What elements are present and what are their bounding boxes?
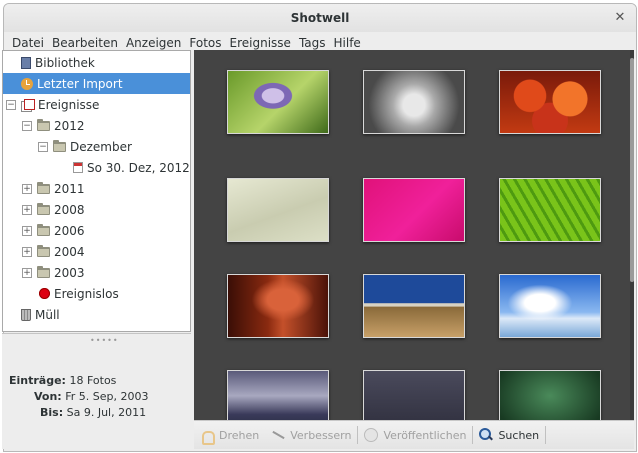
expand-icon[interactable]: + xyxy=(22,267,32,278)
sidebar-tree: Bibliothek Letzter Import − Ereignisse −… xyxy=(2,50,191,332)
sidebar-item-label: 2012 xyxy=(54,118,85,133)
bottom-toolbar: Drehen Verbessern Veröffentlichen Suchen xyxy=(194,420,634,449)
publish-label: Veröffentlichen xyxy=(383,428,467,442)
collapse-icon[interactable]: − xyxy=(6,99,16,110)
collapse-icon[interactable]: − xyxy=(38,141,48,152)
expand-icon[interactable]: + xyxy=(22,204,32,215)
from-row: Von: Fr 5. Sep, 2003 xyxy=(34,390,148,403)
to-value: Sa 9. Jul, 2011 xyxy=(66,406,147,419)
globe-icon xyxy=(364,428,379,442)
folder-icon xyxy=(37,265,50,278)
folder-icon xyxy=(53,139,66,152)
photo-thumbnail[interactable] xyxy=(363,274,465,338)
menu-fotos[interactable]: Fotos xyxy=(185,36,225,50)
to-label: Bis: xyxy=(40,406,64,419)
sidebar-item-label: Letzter Import xyxy=(37,76,123,91)
sidebar-item-year-2012[interactable]: − 2012 xyxy=(3,115,190,136)
sidebar-item-label: Müll xyxy=(35,307,60,322)
photo-thumbnail[interactable] xyxy=(499,70,601,134)
sidebar-item-library[interactable]: Bibliothek xyxy=(3,52,190,73)
photo-thumbnail[interactable] xyxy=(227,178,329,242)
menu-datei[interactable]: Datei xyxy=(8,36,48,50)
sidebar-item-year-2003[interactable]: + 2003 xyxy=(3,262,190,283)
sidebar-item-label: Ereignislos xyxy=(54,286,119,301)
scrollbar-thumb[interactable] xyxy=(630,58,634,282)
from-label: Von: xyxy=(34,390,62,403)
photo-thumbnail[interactable] xyxy=(499,178,601,242)
expand-icon[interactable]: + xyxy=(22,225,32,236)
library-icon xyxy=(21,56,31,69)
menu-ereignisse[interactable]: Ereignisse xyxy=(226,36,295,50)
calendar-icon xyxy=(73,162,83,173)
sidebar-item-label: 2004 xyxy=(54,244,85,259)
photo-thumbnail[interactable] xyxy=(499,274,601,338)
folder-icon xyxy=(37,118,50,131)
sidebar-item-label: 2006 xyxy=(54,223,85,238)
menu-bearbeiten[interactable]: Bearbeiten xyxy=(48,36,122,50)
photo-grid xyxy=(194,50,630,420)
sidebar-item-label: 2011 xyxy=(54,181,85,196)
sidebar-item-no-event[interactable]: Ereignislos xyxy=(3,283,190,304)
from-value: Fr 5. Sep, 2003 xyxy=(65,390,149,403)
rotate-icon xyxy=(200,428,215,445)
sidebar-item-month-dezember[interactable]: − Dezember xyxy=(3,136,190,157)
toolbar-separator xyxy=(545,426,547,444)
sidebar-item-year-2006[interactable]: + 2006 xyxy=(3,220,190,241)
sidebar-item-year-2011[interactable]: + 2011 xyxy=(3,178,190,199)
sidebar-item-label: Bibliothek xyxy=(35,55,95,70)
photo-thumbnail[interactable] xyxy=(363,370,465,420)
folder-icon xyxy=(37,244,50,257)
clock-icon xyxy=(21,77,33,90)
enhance-label: Verbessern xyxy=(290,428,352,442)
entries-value: 18 Fotos xyxy=(69,374,117,387)
sidebar-item-day[interactable]: So 30. Dez, 2012 xyxy=(3,157,190,178)
sidebar-item-label: 2003 xyxy=(54,265,85,280)
close-icon[interactable]: ✕ xyxy=(612,10,628,26)
no-event-icon xyxy=(39,288,50,299)
photo-thumbnail[interactable] xyxy=(227,70,329,134)
search-icon xyxy=(479,428,493,442)
sidebar-item-trash[interactable]: Müll xyxy=(3,304,190,325)
pane-resize-handle[interactable]: ••••• xyxy=(90,336,119,345)
photo-thumbnail[interactable] xyxy=(363,178,465,242)
to-row: Bis: Sa 9. Jul, 2011 xyxy=(40,406,146,419)
vertical-scrollbar[interactable] xyxy=(630,50,634,420)
menu-tags[interactable]: Tags xyxy=(295,36,330,50)
collapse-icon[interactable]: − xyxy=(22,120,32,131)
sidebar-item-events[interactable]: − Ereignisse xyxy=(3,94,190,115)
expand-icon[interactable]: + xyxy=(22,183,32,194)
rotate-label: Drehen xyxy=(219,428,260,442)
sidebar-item-label: Dezember xyxy=(70,139,132,154)
events-icon xyxy=(21,98,35,112)
publish-button[interactable]: Veröffentlichen xyxy=(358,428,472,442)
folder-icon xyxy=(37,181,50,194)
enhance-icon xyxy=(271,428,285,442)
search-label: Suchen xyxy=(498,428,540,442)
photo-thumbnail[interactable] xyxy=(363,70,465,134)
search-button[interactable]: Suchen xyxy=(473,428,545,442)
sidebar-item-label: So 30. Dez, 2012 xyxy=(87,160,190,175)
sidebar-item-year-2008[interactable]: + 2008 xyxy=(3,199,190,220)
photo-thumbnail[interactable] xyxy=(227,370,329,420)
enhance-button[interactable]: Verbessern xyxy=(265,428,357,442)
sidebar-item-last-import[interactable]: Letzter Import xyxy=(3,73,190,94)
menu-anzeigen[interactable]: Anzeigen xyxy=(122,36,185,50)
folder-icon xyxy=(37,223,50,236)
expand-icon[interactable]: + xyxy=(22,246,32,257)
rotate-button[interactable]: Drehen xyxy=(194,428,265,445)
folder-icon xyxy=(37,202,50,215)
entries-label: Einträge: xyxy=(9,374,66,387)
sidebar-item-year-2004[interactable]: + 2004 xyxy=(3,241,190,262)
sidebar-item-label: Ereignisse xyxy=(38,97,100,112)
title-bar: Shotwell ✕ xyxy=(4,4,636,32)
menu-hilfe[interactable]: Hilfe xyxy=(330,36,365,50)
trash-icon xyxy=(21,308,31,321)
entries-row: Einträge: 18 Fotos xyxy=(9,374,116,387)
sidebar-item-label: 2008 xyxy=(54,202,85,217)
photo-thumbnail[interactable] xyxy=(227,274,329,338)
window-title: Shotwell xyxy=(290,11,350,25)
photo-thumbnail[interactable] xyxy=(499,370,601,420)
info-panel: ••••• Einträge: 18 Fotos Von: Fr 5. Sep,… xyxy=(2,333,191,449)
